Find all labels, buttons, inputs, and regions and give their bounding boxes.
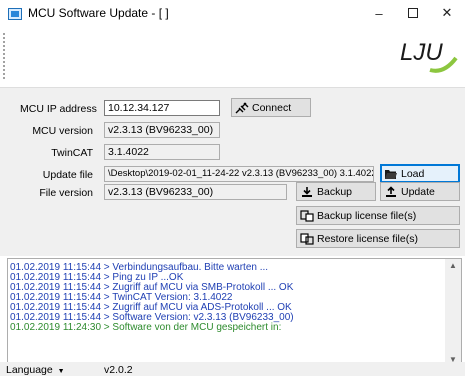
- ip-label: MCU IP address: [20, 103, 97, 115]
- restore-license-button[interactable]: Restore license file(s): [296, 229, 460, 248]
- close-icon: ✕: [441, 5, 453, 20]
- toolbar-grip[interactable]: [2, 32, 6, 80]
- log-scrollbar[interactable]: ▲ ▼: [445, 259, 461, 367]
- logo-text: LJU: [400, 39, 443, 66]
- lju-logo: LJU: [400, 39, 458, 73]
- status-bar: Language ▼ v2.0.2: [0, 362, 465, 376]
- update-button[interactable]: Update: [380, 182, 460, 201]
- load-button[interactable]: Load: [380, 164, 460, 183]
- minimize-icon: –: [375, 5, 383, 21]
- restore-license-label: Restore license file(s): [317, 232, 418, 245]
- dropdown-arrow-icon: ▼: [55, 368, 65, 375]
- app-icon: [8, 8, 22, 20]
- file-version-label: File version: [39, 187, 93, 199]
- log-textbox[interactable]: 01.02.2019 11:15:44 > Verbindungsaufbau.…: [7, 258, 462, 368]
- twincat-label: TwinCAT: [51, 147, 93, 159]
- download-arrow-icon: [302, 186, 312, 197]
- minimize-button[interactable]: –: [362, 0, 396, 26]
- maximize-icon: [408, 8, 418, 18]
- window-title: MCU Software Update - [ ]: [28, 6, 169, 20]
- license-restore-icon: [300, 232, 314, 245]
- title-bar: MCU Software Update - [ ] – ✕: [0, 0, 465, 26]
- backup-license-label: Backup license file(s): [317, 209, 417, 222]
- close-button[interactable]: ✕: [430, 0, 464, 26]
- file-version-field: v2.3.13 (BV96233_00): [104, 184, 287, 200]
- load-label: Load: [401, 167, 425, 180]
- ip-input[interactable]: 10.12.34.127: [104, 100, 220, 116]
- version-label: v2.0.2: [104, 364, 133, 376]
- update-file-field: \Desktop\2019-02-01_11-24-22 v2.3.13 (BV…: [104, 166, 374, 182]
- language-dropdown[interactable]: Language ▼: [6, 364, 65, 376]
- plug-icon: [235, 102, 249, 113]
- connect-button[interactable]: Connect: [231, 98, 311, 117]
- twincat-field: 3.1.4022: [104, 144, 220, 160]
- update-label: Update: [401, 185, 435, 198]
- scroll-up-icon[interactable]: ▲: [445, 259, 461, 273]
- log-line: 01.02.2019 11:24:30 > Software von der M…: [10, 322, 282, 333]
- backup-label: Backup: [317, 185, 353, 198]
- mcu-version-label: MCU version: [32, 125, 93, 137]
- maximize-button[interactable]: [396, 0, 430, 26]
- backup-license-button[interactable]: Backup license file(s): [296, 206, 460, 225]
- license-backup-icon: [300, 209, 314, 222]
- folder-icon: [385, 169, 397, 179]
- mcu-version-field: v2.3.13 (BV96233_00): [104, 122, 220, 138]
- connect-label: Connect: [252, 101, 292, 114]
- update-file-label: Update file: [42, 169, 93, 181]
- backup-button[interactable]: Backup: [296, 182, 376, 201]
- upload-arrow-icon: [386, 185, 396, 197]
- language-label: Language: [6, 364, 53, 376]
